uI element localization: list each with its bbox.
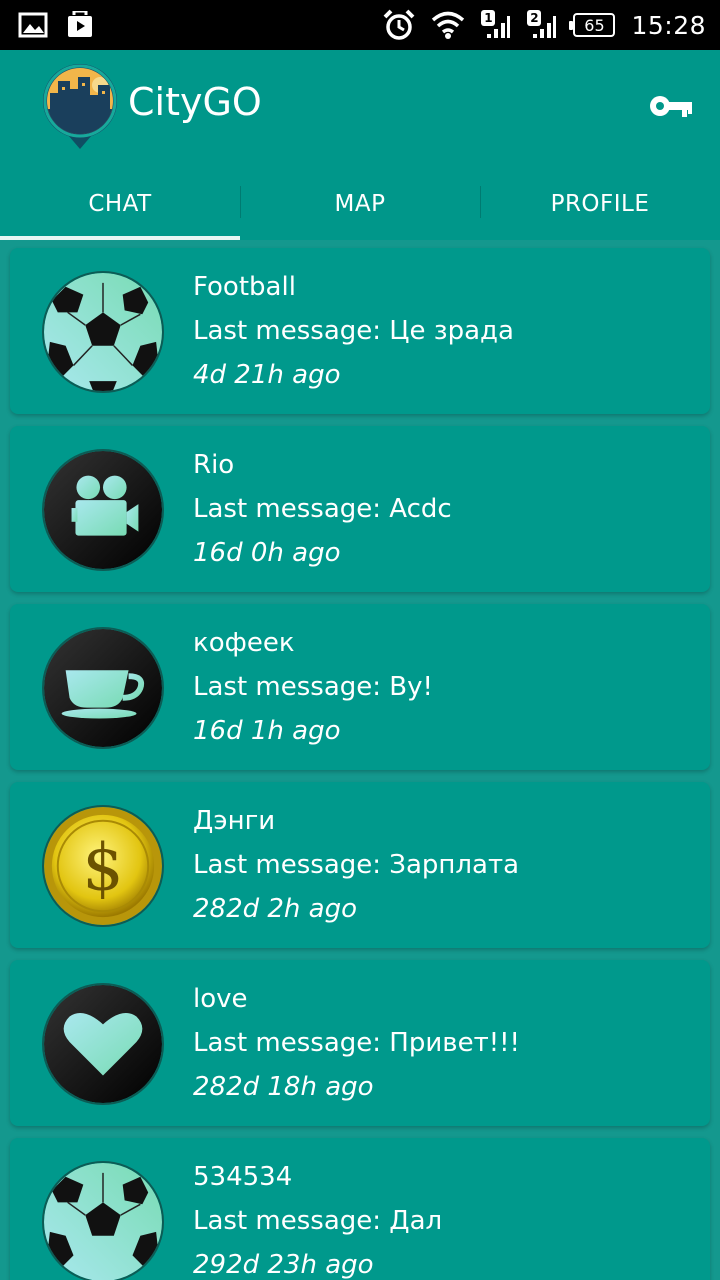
chat-item-football[interactable]: Football Last message: Це зрада 4d 21h a… xyxy=(10,248,710,414)
chat-item-kofeek[interactable]: кофеек Last message: Ву! 16d 1h ago xyxy=(10,604,710,770)
chat-last-message: Last message: Дал xyxy=(193,1206,443,1236)
chat-name: кофеек xyxy=(193,628,295,658)
chat-list: Football Last message: Це зрада 4d 21h a… xyxy=(10,248,710,1280)
chat-item-534534[interactable]: 534534 Last message: Дал 292d 23h ago xyxy=(10,1138,710,1280)
chat-last-message: Last message: Ву! xyxy=(193,672,433,702)
chat-item-love[interactable]: love Last message: Привет!!! 282d 18h ag… xyxy=(10,960,710,1126)
chat-time: 16d 1h ago xyxy=(193,716,341,746)
chat-time: 282d 2h ago xyxy=(193,894,358,924)
movie-camera-icon xyxy=(42,449,164,571)
status-bar: 1 2 65 15:28 xyxy=(0,0,720,50)
play-store-icon xyxy=(66,11,94,39)
tab-map[interactable]: MAP xyxy=(240,168,480,240)
chat-time: 16d 0h ago xyxy=(193,538,341,568)
image-icon xyxy=(18,12,48,38)
chat-name: Football xyxy=(193,272,296,302)
svg-text:$: $ xyxy=(82,831,123,906)
chat-name: Дэнги xyxy=(193,806,276,836)
alarm-icon xyxy=(383,9,415,41)
chat-last-message: Last message: Зарплата xyxy=(193,850,520,880)
status-time: 15:28 xyxy=(631,10,706,40)
chat-name: 534534 xyxy=(193,1162,293,1192)
tab-chat[interactable]: CHAT xyxy=(0,168,240,240)
signal-icon: 1 xyxy=(481,10,511,40)
app-title: CityGO xyxy=(128,80,262,124)
signal-icon: 2 xyxy=(527,10,557,40)
tab-bar: CHAT MAP PROFILE xyxy=(0,168,720,240)
battery-icon: 65 xyxy=(569,13,616,37)
city-logo-icon xyxy=(42,63,118,149)
wifi-icon xyxy=(431,11,465,39)
heart-icon xyxy=(42,983,164,1105)
chat-last-message: Last message: Це зрада xyxy=(193,316,514,346)
coffee-cup-icon xyxy=(42,627,164,749)
key-icon[interactable] xyxy=(648,92,694,120)
chat-last-message: Last message: Привет!!! xyxy=(193,1028,520,1058)
chat-item-dengi[interactable]: $ Дэнги Last message: Зарплата 282d 2h a… xyxy=(10,782,710,948)
chat-name: Rio xyxy=(193,450,235,480)
chat-time: 4d 21h ago xyxy=(193,360,341,390)
chat-time: 292d 23h ago xyxy=(193,1250,374,1280)
tab-profile[interactable]: PROFILE xyxy=(480,168,720,240)
soccer-ball-icon xyxy=(42,271,164,393)
app-bar: CityGO CHAT MAP PROFILE xyxy=(0,50,720,240)
chat-last-message: Last message: Acdc xyxy=(193,494,452,524)
chat-time: 282d 18h ago xyxy=(193,1072,374,1102)
chat-item-rio[interactable]: Rio Last message: Acdc 16d 0h ago xyxy=(10,426,710,592)
dollar-coin-icon: $ xyxy=(42,805,164,927)
soccer-ball-icon xyxy=(42,1161,164,1280)
chat-name: love xyxy=(193,984,248,1014)
